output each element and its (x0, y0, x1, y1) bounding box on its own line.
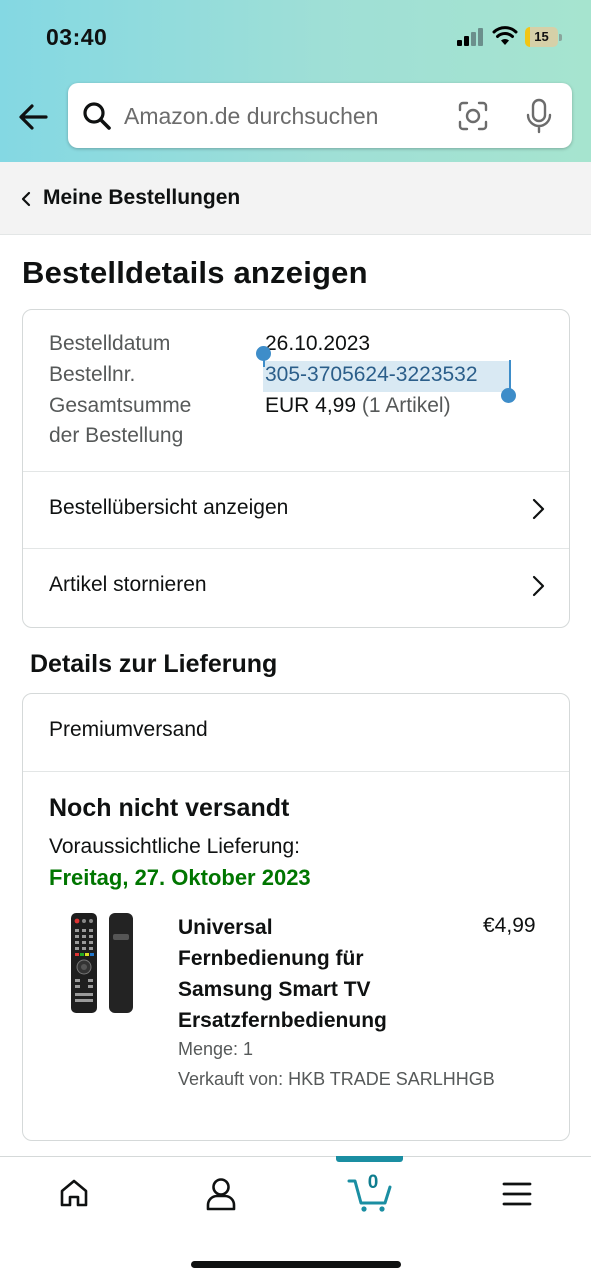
eta-date: Freitag, 27. Oktober 2023 (49, 865, 311, 890)
home-icon[interactable] (58, 1177, 90, 1209)
order-total-label: Gesamtsumme (49, 394, 192, 417)
order-item-count: (1 Artikel) (361, 394, 451, 417)
chevron-right-icon (532, 575, 545, 597)
order-number-label: Bestellnr. (49, 363, 136, 386)
delivery-card: Premiumversand Noch nicht versandt Vorau… (22, 693, 570, 1141)
camera-scan-icon[interactable] (457, 100, 489, 132)
order-number-value[interactable]: 305-3705624-3223532 (265, 363, 478, 387)
status-time: 03:40 (46, 24, 108, 50)
order-total-amount: EUR 4,99 (265, 394, 357, 417)
microphone-icon[interactable] (524, 98, 554, 134)
selection-handle-end[interactable] (501, 388, 516, 403)
search-bar[interactable] (68, 83, 572, 148)
back-arrow-icon[interactable] (14, 98, 52, 136)
cancel-items-label[interactable]: Artikel stornieren (49, 573, 207, 597)
page-title: Bestelldetails anzeigen (22, 255, 368, 290)
order-date-value: 26.10.2023 (265, 332, 371, 355)
product-title-line[interactable]: Ersatzfernbedienung (178, 1005, 458, 1036)
product-title-line[interactable]: Universal (178, 912, 458, 943)
cellular-signal-icon (457, 28, 483, 46)
divider (23, 771, 569, 772)
search-input[interactable] (124, 93, 424, 139)
bottom-nav: 0 (0, 1156, 591, 1280)
order-total-value: EUR 4,99 (1 Artikel) (265, 394, 451, 418)
eta-label: Voraussichtliche Lieferung: (49, 835, 300, 858)
product-title-line[interactable]: Samsung Smart TV (178, 974, 458, 1005)
home-indicator (191, 1261, 401, 1268)
cart-count-badge[interactable]: 0 (362, 1172, 384, 1194)
app-header: 03:40 15 (0, 0, 591, 162)
account-icon[interactable] (205, 1177, 237, 1211)
chevron-right-icon (532, 498, 545, 520)
order-date-label: Bestelldatum (49, 332, 171, 355)
breadcrumb-label[interactable]: Meine Bestellungen (43, 186, 240, 210)
battery-icon: 15 (525, 27, 562, 47)
chevron-left-icon (21, 191, 31, 207)
view-summary-label[interactable]: Bestellübersicht anzeigen (49, 496, 288, 520)
product-title[interactable]: Universal Fernbedienung für Samsung Smar… (178, 912, 458, 1036)
order-info-card: Bestelldatum 26.10.2023 Bestellnr. 305-3… (22, 309, 570, 628)
breadcrumb[interactable]: Meine Bestellungen (0, 162, 591, 235)
shipment-status: Noch nicht versandt (49, 794, 290, 822)
battery-level: 15 (534, 29, 549, 44)
delivery-section-title: Details zur Lieferung (30, 650, 278, 678)
product-seller: Verkauft von: HKB TRADE SARLHHGB (178, 1069, 495, 1089)
view-summary-row[interactable]: Bestellübersicht anzeigen (23, 472, 569, 548)
active-tab-indicator (336, 1156, 403, 1162)
wifi-icon (492, 26, 518, 45)
product-price: €4,99 (483, 914, 536, 937)
cancel-items-row[interactable]: Artikel stornieren (23, 549, 569, 627)
product-quantity: Menge: 1 (178, 1039, 254, 1059)
selection-handle-start[interactable] (256, 346, 271, 361)
shipping-type: Premiumversand (49, 718, 208, 741)
product-image[interactable] (63, 909, 145, 1019)
order-total-label-line2: der Bestellung (49, 424, 184, 447)
menu-icon[interactable] (502, 1181, 532, 1207)
search-icon[interactable] (82, 101, 112, 131)
product-title-line[interactable]: Fernbedienung für (178, 943, 458, 974)
